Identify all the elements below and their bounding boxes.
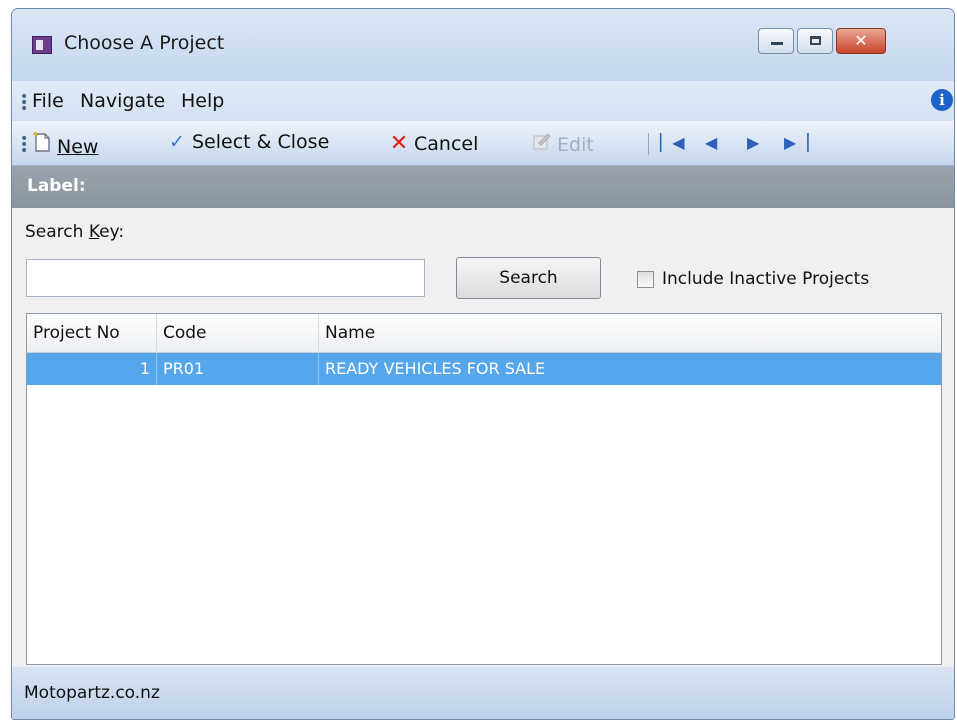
maximize-icon: [810, 36, 821, 45]
status-text: Motopartz.co.nz: [24, 683, 160, 703]
select-close-button[interactable]: ✓ Select & Close: [166, 131, 329, 157]
first-record-icon[interactable]: ▏◀: [660, 133, 685, 152]
menu-file[interactable]: File: [32, 90, 64, 112]
column-header-project-no[interactable]: Project No: [27, 314, 157, 352]
edit-button[interactable]: Edit: [531, 131, 594, 157]
include-inactive-label[interactable]: Include Inactive Projects: [662, 269, 869, 289]
cell-code: PR01: [157, 353, 319, 385]
projects-table: Project No Code Name 1 PR01 READY VEHICL…: [26, 313, 942, 665]
new-button-label: New: [57, 136, 99, 158]
title-bar[interactable]: Choose A Project ✕: [12, 9, 954, 81]
menu-help[interactable]: Help: [181, 90, 224, 112]
choose-project-window: Choose A Project ✕ • • • File Navigate Hel…: [11, 8, 955, 720]
search-key-label: Search Key:: [25, 222, 124, 242]
cancel-x-icon: ✕: [389, 131, 409, 156]
menu-navigate[interactable]: Navigate: [80, 90, 165, 112]
search-panel: Search Key: Search Include Inactive Proj…: [12, 208, 954, 311]
table-row[interactable]: 1 PR01 READY VEHICLES FOR SALE: [27, 353, 941, 385]
menu-bar: • • • File Navigate Help i: [12, 81, 954, 121]
close-button[interactable]: ✕: [836, 28, 886, 54]
toolbar-separator: [648, 133, 649, 155]
previous-record-icon[interactable]: ◀: [705, 133, 717, 152]
search-button[interactable]: Search: [456, 257, 601, 299]
toolbar-grip-icon[interactable]: • • •: [20, 132, 28, 158]
cell-project-no: 1: [27, 353, 157, 385]
search-key-label-post: ey:: [99, 222, 125, 242]
checkmark-icon: ✓: [169, 131, 185, 153]
window-title: Choose A Project: [64, 32, 225, 54]
include-inactive-checkbox[interactable]: [637, 271, 654, 288]
next-record-icon[interactable]: ▶: [747, 133, 759, 152]
column-header-code[interactable]: Code: [157, 314, 319, 352]
status-bar: Motopartz.co.nz: [12, 667, 954, 719]
maximize-button[interactable]: [797, 28, 833, 54]
minimize-button[interactable]: [758, 28, 794, 54]
label-bar-text: Label:: [27, 176, 86, 196]
menu-grip-icon[interactable]: • • •: [20, 90, 28, 116]
label-bar: Label:: [12, 166, 954, 208]
cell-name: READY VEHICLES FOR SALE: [325, 359, 546, 378]
minimize-icon: [771, 42, 783, 45]
cancel-button-label: Cancel: [414, 133, 479, 155]
last-record-icon[interactable]: ▶▕: [784, 133, 809, 152]
column-header-name[interactable]: Name: [319, 314, 941, 352]
new-document-icon: [31, 131, 53, 158]
close-icon: ✕: [854, 31, 868, 50]
new-button[interactable]: New: [31, 131, 99, 158]
edit-button-label: Edit: [557, 134, 594, 156]
toolbar: • • • New ✓ Select & Close ✕ Cancel Edit ▏◀ …: [12, 121, 954, 166]
edit-icon: [531, 131, 553, 156]
table-header: Project No Code Name: [27, 314, 941, 353]
search-key-label-pre: Search: [25, 222, 89, 242]
search-key-input[interactable]: [26, 259, 425, 297]
project-app-icon: [32, 36, 52, 54]
search-key-label-accel: K: [88, 222, 100, 242]
cancel-button[interactable]: ✕ Cancel: [388, 131, 479, 157]
info-icon[interactable]: i: [931, 89, 953, 111]
select-close-button-label: Select & Close: [192, 131, 330, 153]
